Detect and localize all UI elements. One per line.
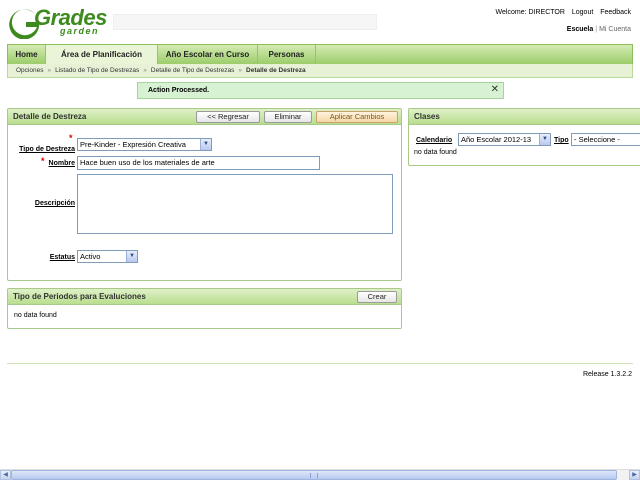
scrollbar-thumb[interactable] — [11, 470, 617, 480]
descripcion-label: Descripción — [34, 200, 75, 207]
tipo-select[interactable]: - Seleccione - — [571, 133, 640, 146]
breadcrumb-separator: » — [143, 67, 147, 74]
required-marker: * — [69, 133, 73, 143]
grip-icon — [310, 473, 318, 478]
tab-personas[interactable]: Personas — [258, 45, 316, 64]
calendario-value: Año Escolar 2012-13 — [461, 135, 532, 144]
clases-panel: Clases Calendario Año Escolar 2012-13 ▼ … — [408, 108, 640, 166]
arrow-right-icon[interactable]: ▶ — [629, 470, 640, 480]
breadcrumb-separator: » — [47, 67, 52, 74]
breadcrumb-detalle-tipo[interactable]: Detalle de Tipo de Destrezas — [151, 67, 234, 74]
logo-subword: garden — [60, 26, 100, 36]
descripcion-textarea[interactable] — [77, 174, 393, 234]
welcome-text: Welcome: DIRECTOR — [495, 9, 565, 16]
breadcrumb-current: Detalle de Destreza — [246, 67, 306, 74]
close-icon[interactable]: ✕ — [491, 82, 499, 97]
context-links: Escuela | Mi Cuenta — [567, 26, 631, 33]
back-button[interactable]: << Regresar — [196, 111, 260, 123]
breadcrumb-listado[interactable]: Listado de Tipo de Destrezas — [55, 67, 139, 74]
chevron-down-icon[interactable]: ▼ — [200, 139, 211, 150]
tab-ano-escolar[interactable]: Año Escolar en Curso — [158, 45, 258, 64]
tipo-destreza-value: Pre-Kinder - Expresión Creativa — [80, 140, 186, 149]
detail-panel-header: Detalle de Destreza << Regresar Eliminar… — [8, 109, 401, 125]
apply-changes-button[interactable]: Aplicar Cambios — [316, 111, 398, 123]
periodos-panel-header: Tipo de Periodos para Evaluciones Crear — [8, 289, 401, 305]
estatus-label: Estatus — [49, 254, 75, 261]
horizontal-scrollbar[interactable]: ◀ ▶ — [0, 469, 640, 480]
nombre-field[interactable]: Hace buen uso de los materiales de arte — [77, 156, 320, 170]
tab-planificacion[interactable]: Área de Planificación — [46, 45, 158, 64]
footer-divider — [7, 363, 633, 364]
main-nav: Home Área de Planificación Año Escolar e… — [7, 44, 633, 64]
account-link[interactable]: Mi Cuenta — [599, 26, 631, 33]
user-links: Welcome: DIRECTOR Logout Feedback — [491, 9, 631, 16]
nombre-label: Nombre — [48, 160, 75, 167]
header-banner — [113, 14, 377, 30]
release-version: Release 1.3.2.2 — [582, 371, 632, 378]
tipo-destreza-label: Tipo de Destreza — [19, 146, 75, 153]
clases-panel-title: Clases — [414, 112, 440, 121]
tab-home[interactable]: Home — [8, 45, 46, 64]
breadcrumb-opciones[interactable]: Opciones — [16, 67, 43, 74]
estatus-value: Activo — [80, 252, 101, 261]
clases-empty-text: no data found — [414, 149, 457, 156]
arrow-left-icon[interactable]: ◀ — [0, 470, 11, 480]
school-link[interactable]: Escuela — [567, 26, 593, 33]
feedback-link[interactable]: Feedback — [600, 9, 631, 16]
calendario-select[interactable]: Año Escolar 2012-13 ▼ — [458, 133, 551, 146]
tipo-label: Tipo — [554, 137, 569, 144]
periodos-panel-title: Tipo de Periodos para Evaluciones — [13, 292, 146, 301]
breadcrumb-separator: » — [238, 67, 243, 74]
chevron-down-icon[interactable]: ▼ — [126, 251, 137, 262]
success-message: Action Processed. ✕ — [137, 82, 504, 99]
clases-panel-header: Clases — [409, 109, 640, 125]
periodos-panel: Tipo de Periodos para Evaluciones Crear … — [7, 288, 402, 329]
periodos-empty-text: no data found — [14, 312, 57, 319]
estatus-select[interactable]: Activo ▼ — [77, 250, 138, 263]
delete-button[interactable]: Eliminar — [264, 111, 312, 123]
create-button[interactable]: Crear — [357, 291, 397, 303]
chevron-down-icon[interactable]: ▼ — [539, 134, 550, 145]
logout-link[interactable]: Logout — [572, 9, 593, 16]
detail-panel: Detalle de Destreza << Regresar Eliminar… — [7, 108, 402, 281]
tipo-destreza-select[interactable]: Pre-Kinder - Expresión Creativa ▼ — [77, 138, 212, 151]
message-text: Action Processed. — [148, 87, 210, 94]
link-separator: | — [595, 26, 598, 33]
detail-panel-title: Detalle de Destreza — [13, 112, 87, 121]
grades-garden-logo[interactable]: Grades garden — [8, 5, 107, 39]
breadcrumb: Opciones» Listado de Tipo de Destrezas» De… — [7, 64, 633, 78]
calendario-label: Calendario — [416, 137, 453, 144]
